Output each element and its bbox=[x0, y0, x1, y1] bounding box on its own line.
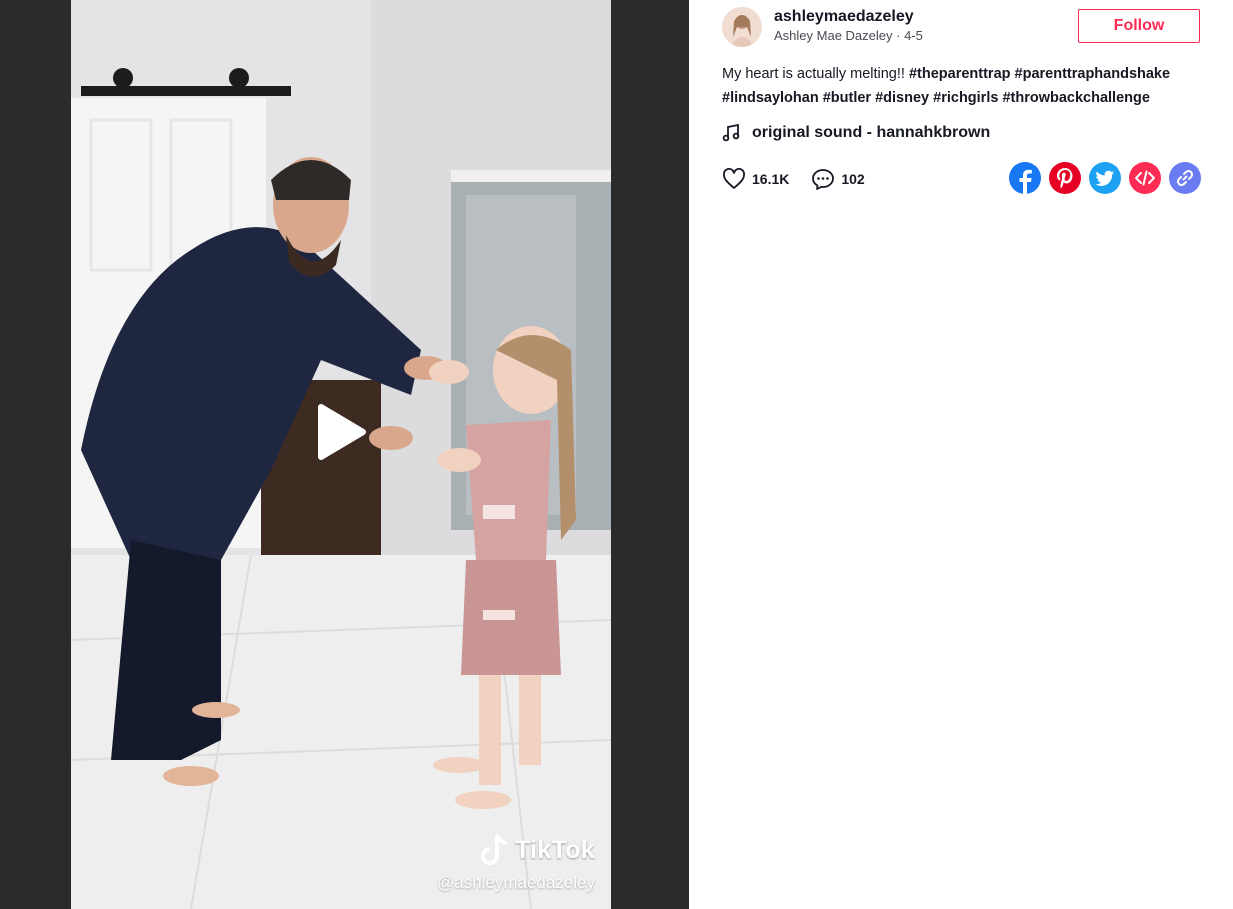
caption-text: My heart is actually melting!! bbox=[722, 66, 909, 82]
author-separator: · bbox=[892, 28, 905, 43]
like-count: 16.1K bbox=[752, 171, 790, 187]
hashtag[interactable]: #butler bbox=[823, 90, 871, 106]
music-note-icon bbox=[722, 124, 740, 142]
tiktok-logo-icon bbox=[480, 834, 508, 865]
watermark-handle: @ashleymaedazeley bbox=[436, 873, 595, 892]
avatar[interactable] bbox=[722, 7, 762, 47]
play-button[interactable] bbox=[307, 398, 375, 466]
hashtag[interactable]: #throwbackchallenge bbox=[1002, 90, 1149, 106]
video-panel: TikTok @ashleymaedazeley bbox=[0, 0, 689, 909]
hashtag[interactable]: #parenttraphandshake bbox=[1015, 66, 1171, 82]
share-facebook-button[interactable] bbox=[1009, 162, 1041, 194]
facebook-icon bbox=[1019, 169, 1032, 194]
twitter-icon bbox=[1095, 170, 1114, 186]
music-row[interactable]: original sound - hannahkbrown bbox=[722, 121, 990, 145]
share-twitter-button[interactable] bbox=[1089, 162, 1121, 194]
follow-button[interactable]: Follow bbox=[1078, 9, 1200, 43]
comment-count: 102 bbox=[841, 171, 865, 187]
comment-icon bbox=[812, 169, 835, 190]
post-date: 4-5 bbox=[904, 28, 923, 43]
like-button[interactable]: 16.1K bbox=[722, 168, 789, 190]
heart-icon bbox=[723, 168, 745, 189]
author-handle[interactable]: ashleymaedazeley bbox=[774, 7, 923, 27]
hashtag[interactable]: #theparenttrap bbox=[909, 66, 1011, 82]
hashtag[interactable]: #lindsaylohan bbox=[722, 90, 819, 106]
video-player[interactable]: TikTok @ashleymaedazeley bbox=[71, 0, 611, 909]
copy-link-button[interactable] bbox=[1169, 162, 1201, 194]
author-row: ashleymaedazeley Ashley Mae Dazeley · 4-… bbox=[722, 7, 1202, 47]
embed-code-button[interactable] bbox=[1129, 162, 1161, 194]
tiktok-watermark: TikTok @ashleymaedazeley bbox=[437, 833, 595, 893]
comment-button[interactable]: 102 bbox=[811, 168, 865, 190]
share-buttons bbox=[1009, 162, 1201, 194]
video-caption: My heart is actually melting!! #theparen… bbox=[722, 62, 1207, 110]
author-subline: Ashley Mae Dazeley · 4-5 bbox=[774, 27, 923, 45]
share-pinterest-button[interactable] bbox=[1049, 162, 1081, 194]
play-icon bbox=[318, 404, 366, 460]
video-info-panel: ashleymaedazeley Ashley Mae Dazeley · 4-… bbox=[689, 0, 1233, 909]
author-display-name: Ashley Mae Dazeley bbox=[774, 28, 893, 43]
hashtag[interactable]: #richgirls bbox=[933, 90, 998, 106]
hashtag[interactable]: #disney bbox=[875, 90, 929, 106]
stats-row: 16.1K 102 bbox=[722, 166, 887, 192]
watermark-brand: TikTok bbox=[514, 835, 595, 864]
avatar-image bbox=[722, 7, 762, 47]
pinterest-icon bbox=[1057, 168, 1073, 189]
music-title[interactable]: original sound - hannahkbrown bbox=[752, 124, 990, 142]
embed-code-icon bbox=[1135, 170, 1155, 186]
link-icon bbox=[1176, 169, 1194, 187]
